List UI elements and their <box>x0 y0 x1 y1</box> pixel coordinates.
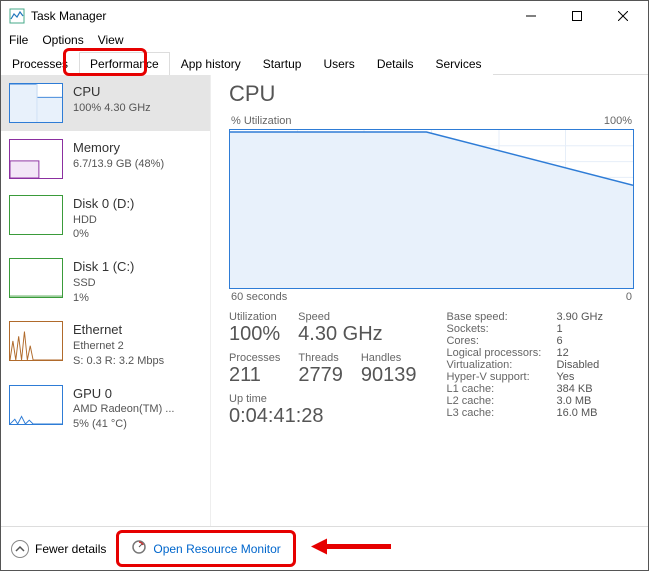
sidebar-item-gpu[interactable]: GPU 0 AMD Radeon(TM) ... 5% (41 °C) <box>1 377 210 440</box>
footer: Fewer details Open Resource Monitor <box>1 526 648 570</box>
resource-monitor-icon <box>131 539 147 558</box>
content: CPU 100% 4.30 GHz Memory 6.7/13.9 GB (48… <box>1 75 648 526</box>
info-cores-k: Cores: <box>446 335 556 347</box>
open-resource-monitor-label: Open Resource Monitor <box>153 542 280 556</box>
info-hyperv-v: Yes <box>556 371 574 383</box>
stat-processes-label: Processes <box>229 352 280 364</box>
info-sockets-v: 1 <box>556 323 562 335</box>
sidebar-cpu-title: CPU <box>73 83 151 101</box>
sidebar-ethernet-title: Ethernet <box>73 321 164 339</box>
sidebar-disk0-title: Disk 0 (D:) <box>73 195 134 213</box>
sidebar-gpu-title: GPU 0 <box>73 385 174 403</box>
main-panel: CPU % Utilization 100% 60 seconds 0 <box>211 75 648 526</box>
menu-file[interactable]: File <box>9 33 28 47</box>
info-logical-v: 12 <box>556 347 568 359</box>
info-l2-v: 3.0 MB <box>556 395 591 407</box>
stat-threads-label: Threads <box>298 352 343 364</box>
stat-utilization-label: Utilization <box>229 311 280 323</box>
sidebar-cpu-sub: 100% 4.30 GHz <box>73 101 151 116</box>
annotation-arrow-icon <box>311 536 391 561</box>
tab-processes[interactable]: Processes <box>1 52 79 75</box>
sidebar-gpu-sub2: 5% (41 °C) <box>73 417 174 432</box>
gpu-thumb <box>9 385 63 425</box>
sidebar-ethernet-sub1: Ethernet 2 <box>73 339 164 354</box>
close-button[interactable] <box>600 1 646 31</box>
info-hyperv-k: Hyper-V support: <box>446 371 556 383</box>
sidebar-item-disk0[interactable]: Disk 0 (D:) HDD 0% <box>1 187 210 250</box>
sidebar: CPU 100% 4.30 GHz Memory 6.7/13.9 GB (48… <box>1 75 211 526</box>
sidebar-ethernet-sub2: S: 0.3 R: 3.2 Mbps <box>73 354 164 369</box>
info-cores-v: 6 <box>556 335 562 347</box>
tabstrip: Processes Performance App history Startu… <box>1 51 648 75</box>
chart-label-right: 100% <box>604 115 632 127</box>
disk1-thumb <box>9 258 63 298</box>
menubar: File Options View <box>1 31 648 51</box>
sidebar-disk1-sub1: SSD <box>73 276 134 291</box>
stat-speed-value: 4.30 GHz <box>298 323 382 346</box>
chart-foot-right: 0 <box>626 291 632 303</box>
memory-thumb <box>9 139 63 179</box>
tab-app-history[interactable]: App history <box>170 52 252 75</box>
tab-services[interactable]: Services <box>425 52 493 75</box>
info-basespeed-v: 3.90 GHz <box>556 311 602 323</box>
sidebar-memory-sub: 6.7/13.9 GB (48%) <box>73 157 164 172</box>
task-manager-window: Task Manager File Options View Processes… <box>0 0 649 571</box>
maximize-button[interactable] <box>554 1 600 31</box>
stat-handles-value: 90139 <box>361 364 417 387</box>
stat-uptime-value: 0:04:41:28 <box>229 405 416 428</box>
info-l1-v: 384 KB <box>556 383 592 395</box>
info-l3-v: 16.0 MB <box>556 407 597 419</box>
annotation-highlight-orm: Open Resource Monitor <box>116 530 295 567</box>
window-title: Task Manager <box>31 9 508 23</box>
stat-speed-label: Speed <box>298 311 382 323</box>
info-sockets-k: Sockets: <box>446 323 556 335</box>
info-l3-k: L3 cache: <box>446 407 556 419</box>
cpu-chart <box>229 129 634 289</box>
sidebar-disk1-title: Disk 1 (C:) <box>73 258 134 276</box>
sidebar-disk1-sub2: 1% <box>73 291 134 306</box>
sidebar-item-cpu[interactable]: CPU 100% 4.30 GHz <box>1 75 210 131</box>
menu-options[interactable]: Options <box>42 33 83 47</box>
tab-users[interactable]: Users <box>312 52 365 75</box>
sidebar-disk0-sub1: HDD <box>73 213 134 228</box>
info-virt-v: Disabled <box>556 359 599 371</box>
chevron-up-icon <box>11 540 29 558</box>
chart-label-left: % Utilization <box>231 115 292 127</box>
cpu-thumb <box>9 83 63 123</box>
menu-view[interactable]: View <box>98 33 124 47</box>
info-logical-k: Logical processors: <box>446 347 556 359</box>
fewer-details-label: Fewer details <box>35 542 106 556</box>
sidebar-item-memory[interactable]: Memory 6.7/13.9 GB (48%) <box>1 131 210 187</box>
info-l1-k: L1 cache: <box>446 383 556 395</box>
tab-performance[interactable]: Performance <box>79 52 170 75</box>
open-resource-monitor-button[interactable]: Open Resource Monitor <box>125 535 286 562</box>
sidebar-gpu-sub1: AMD Radeon(TM) ... <box>73 402 174 417</box>
disk0-thumb <box>9 195 63 235</box>
info-table: Base speed:3.90 GHz Sockets:1 Cores:6 Lo… <box>446 311 602 434</box>
titlebar[interactable]: Task Manager <box>1 1 648 31</box>
stat-uptime-label: Up time <box>229 393 416 405</box>
stat-processes-value: 211 <box>229 364 280 387</box>
app-icon <box>9 8 25 24</box>
ethernet-thumb <box>9 321 63 361</box>
tab-startup[interactable]: Startup <box>252 52 313 75</box>
chart-foot-left: 60 seconds <box>231 291 287 303</box>
stats-row: Utilization 100% Speed 4.30 GHz Processe… <box>229 311 634 434</box>
stat-threads-value: 2779 <box>298 364 343 387</box>
page-title: CPU <box>229 81 634 107</box>
stat-handles-label: Handles <box>361 352 417 364</box>
fewer-details-button[interactable]: Fewer details <box>11 540 106 558</box>
info-virt-k: Virtualization: <box>446 359 556 371</box>
sidebar-memory-title: Memory <box>73 139 164 157</box>
stat-utilization-value: 100% <box>229 323 280 346</box>
sidebar-item-disk1[interactable]: Disk 1 (C:) SSD 1% <box>1 250 210 313</box>
sidebar-item-ethernet[interactable]: Ethernet Ethernet 2 S: 0.3 R: 3.2 Mbps <box>1 313 210 376</box>
tab-details[interactable]: Details <box>366 52 425 75</box>
sidebar-disk0-sub2: 0% <box>73 227 134 242</box>
info-l2-k: L2 cache: <box>446 395 556 407</box>
minimize-button[interactable] <box>508 1 554 31</box>
info-basespeed-k: Base speed: <box>446 311 556 323</box>
